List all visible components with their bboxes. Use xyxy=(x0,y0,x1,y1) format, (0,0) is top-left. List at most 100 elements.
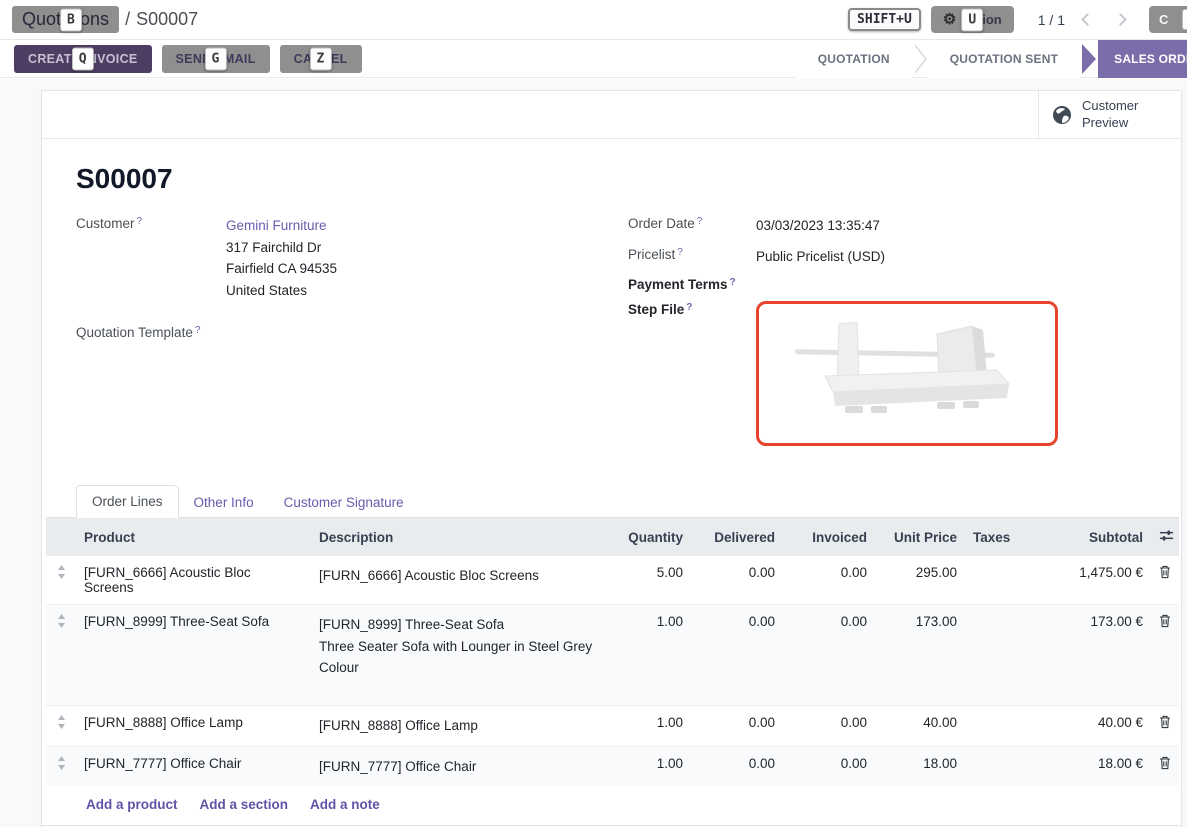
top-navigation-bar: Quotations B / S00007 SHIFT+U ⚙ Action U… xyxy=(0,0,1187,40)
invoiced-column-header[interactable]: Invoiced xyxy=(783,518,875,557)
help-question-icon: ? xyxy=(137,216,143,227)
quantity-cell[interactable]: 5.00 xyxy=(601,556,691,605)
unit-price-column-header[interactable]: Unit Price xyxy=(875,518,965,557)
optional-columns-header[interactable] xyxy=(1151,518,1179,557)
page-title: S00007 xyxy=(76,163,1147,195)
delete-line-cell[interactable] xyxy=(1151,705,1179,746)
unit-price-cell[interactable]: 40.00 xyxy=(875,705,965,746)
quantity-column-header[interactable]: Quantity xyxy=(601,518,691,557)
product-cell[interactable]: [FURN_8888] Office Lamp xyxy=(76,705,311,746)
description-cell[interactable]: [FURN_8999] Three-Seat SofaThree Seater … xyxy=(311,605,601,706)
product-column-header[interactable]: Product xyxy=(76,518,311,557)
order-lines-table: Product Description Quantity Delivered I… xyxy=(46,517,1179,786)
status-step-quotation-sent[interactable]: QUOTATION SENT xyxy=(928,40,1080,78)
add-a-note-link[interactable]: Add a note xyxy=(310,797,380,812)
order-line-row[interactable]: [FURN_6666] Acoustic Bloc Screens[FURN_6… xyxy=(46,556,1179,605)
send-email-button[interactable]: SEND EMAIL G xyxy=(162,45,270,73)
description-cell[interactable]: [FURN_7777] Office Chair xyxy=(311,746,601,786)
description-cell[interactable]: [FURN_8888] Office Lamp xyxy=(311,705,601,746)
delivered-cell[interactable]: 0.00 xyxy=(691,556,783,605)
subtotal-cell[interactable]: 40.00 € xyxy=(1029,705,1151,746)
status-arrow-icon xyxy=(1080,44,1096,74)
invoiced-cell[interactable]: 0.00 xyxy=(783,705,875,746)
unit-price-cell[interactable]: 295.00 xyxy=(875,556,965,605)
quantity-cell[interactable]: 1.00 xyxy=(601,746,691,786)
key-hint-u: U xyxy=(961,8,983,31)
delivered-cell[interactable]: 0.00 xyxy=(691,746,783,786)
status-step-quotation[interactable]: QUOTATION xyxy=(796,40,912,78)
pricelist-value[interactable]: Public Pricelist (USD) xyxy=(756,246,885,268)
delete-line-icon[interactable] xyxy=(1159,565,1171,579)
cancel-button[interactable]: CANCEL Z xyxy=(280,45,362,73)
tab-other-info[interactable]: Other Info xyxy=(179,487,269,518)
create-button-cutoff[interactable]: C xyxy=(1149,6,1187,33)
unit-price-cell[interactable]: 18.00 xyxy=(875,746,965,786)
invoiced-cell[interactable]: 0.00 xyxy=(783,605,875,706)
address-line: United States xyxy=(226,280,337,302)
action-menu-button[interactable]: ⚙ Action U xyxy=(931,6,1014,33)
tab-order-lines[interactable]: Order Lines xyxy=(76,485,179,518)
product-cell[interactable]: [FURN_8999] Three-Seat Sofa xyxy=(76,605,311,706)
pager-previous-icon[interactable] xyxy=(1081,13,1094,26)
delivered-cell[interactable]: 0.00 xyxy=(691,605,783,706)
field-step-file: Step File? xyxy=(628,301,1147,446)
taxes-cell[interactable] xyxy=(965,556,1029,605)
status-step-sales-order[interactable]: SALES ORDER xyxy=(1098,40,1187,78)
delete-line-icon[interactable] xyxy=(1159,715,1171,729)
delete-line-icon[interactable] xyxy=(1159,614,1171,628)
tab-customer-signature[interactable]: Customer Signature xyxy=(269,487,419,518)
product-cell[interactable]: [FURN_7777] Office Chair xyxy=(76,746,311,786)
invoiced-cell[interactable]: 0.00 xyxy=(783,556,875,605)
description-cell[interactable]: [FURN_6666] Acoustic Bloc Screens xyxy=(311,556,601,605)
help-question-icon: ? xyxy=(686,302,692,313)
delete-line-icon[interactable] xyxy=(1159,756,1171,770)
quantity-cell[interactable]: 1.00 xyxy=(601,705,691,746)
drag-handle-icon xyxy=(57,756,66,770)
field-quotation-template[interactable]: Quotation Template? xyxy=(76,324,628,340)
key-hint-z: Z xyxy=(310,47,332,70)
order-line-row[interactable]: [FURN_8999] Three-Seat Sofa[FURN_8999] T… xyxy=(46,605,1179,706)
subtotal-cell[interactable]: 1,475.00 € xyxy=(1029,556,1151,605)
delete-line-cell[interactable] xyxy=(1151,746,1179,786)
taxes-cell[interactable] xyxy=(965,705,1029,746)
description-line: [FURN_8888] Office Lamp xyxy=(319,715,593,737)
breadcrumb-quotations[interactable]: Quotations B xyxy=(12,6,119,33)
description-column-header[interactable]: Description xyxy=(311,518,601,557)
pager-next-icon[interactable] xyxy=(1114,13,1127,26)
taxes-column-header[interactable]: Taxes xyxy=(965,518,1029,557)
help-question-icon: ? xyxy=(677,247,683,258)
add-a-section-link[interactable]: Add a section xyxy=(200,797,289,812)
field-payment-terms[interactable]: Payment Terms? xyxy=(628,276,1147,292)
drag-handle-cell[interactable] xyxy=(46,605,76,706)
unit-price-cell[interactable]: 173.00 xyxy=(875,605,965,706)
delivered-cell[interactable]: 0.00 xyxy=(691,705,783,746)
subtotal-cell[interactable]: 18.00 € xyxy=(1029,746,1151,786)
delete-line-cell[interactable] xyxy=(1151,605,1179,706)
taxes-cell[interactable] xyxy=(965,746,1029,786)
invoiced-cell[interactable]: 0.00 xyxy=(783,746,875,786)
order-date-value[interactable]: 03/03/2023 13:35:47 xyxy=(756,215,880,237)
delivered-column-header[interactable]: Delivered xyxy=(691,518,783,557)
quantity-cell[interactable]: 1.00 xyxy=(601,605,691,706)
order-line-row[interactable]: [FURN_7777] Office Chair[FURN_7777] Offi… xyxy=(46,746,1179,786)
field-order-date: Order Date? 03/03/2023 13:35:47 xyxy=(628,215,1147,237)
customer-label: Customer? xyxy=(76,215,226,301)
subtotal-cell[interactable]: 173.00 € xyxy=(1029,605,1151,706)
drag-handle-cell[interactable] xyxy=(46,746,76,786)
key-hint-partial xyxy=(1182,9,1187,30)
taxes-cell[interactable] xyxy=(965,605,1029,706)
add-a-product-link[interactable]: Add a product xyxy=(86,797,178,812)
address-line: 317 Fairchild Dr xyxy=(226,237,337,259)
subtotal-column-header[interactable]: Subtotal xyxy=(1029,518,1151,557)
product-cell[interactable]: [FURN_6666] Acoustic Bloc Screens xyxy=(76,556,311,605)
customer-preview-button[interactable]: Customer Preview xyxy=(1038,91,1181,138)
create-invoice-button[interactable]: CREATE INVOICE Q xyxy=(14,45,152,73)
drag-handle-cell[interactable] xyxy=(46,556,76,605)
key-hint-g: G xyxy=(205,47,227,70)
customer-link[interactable]: Gemini Furniture xyxy=(226,218,327,233)
order-line-row[interactable]: [FURN_8888] Office Lamp [FURN_8888] Offic… xyxy=(46,705,1179,746)
delete-line-cell[interactable] xyxy=(1151,556,1179,605)
key-hint-shift-u: SHIFT+U xyxy=(848,8,921,31)
step-file-image[interactable] xyxy=(756,301,1058,446)
drag-handle-cell[interactable] xyxy=(46,705,76,746)
